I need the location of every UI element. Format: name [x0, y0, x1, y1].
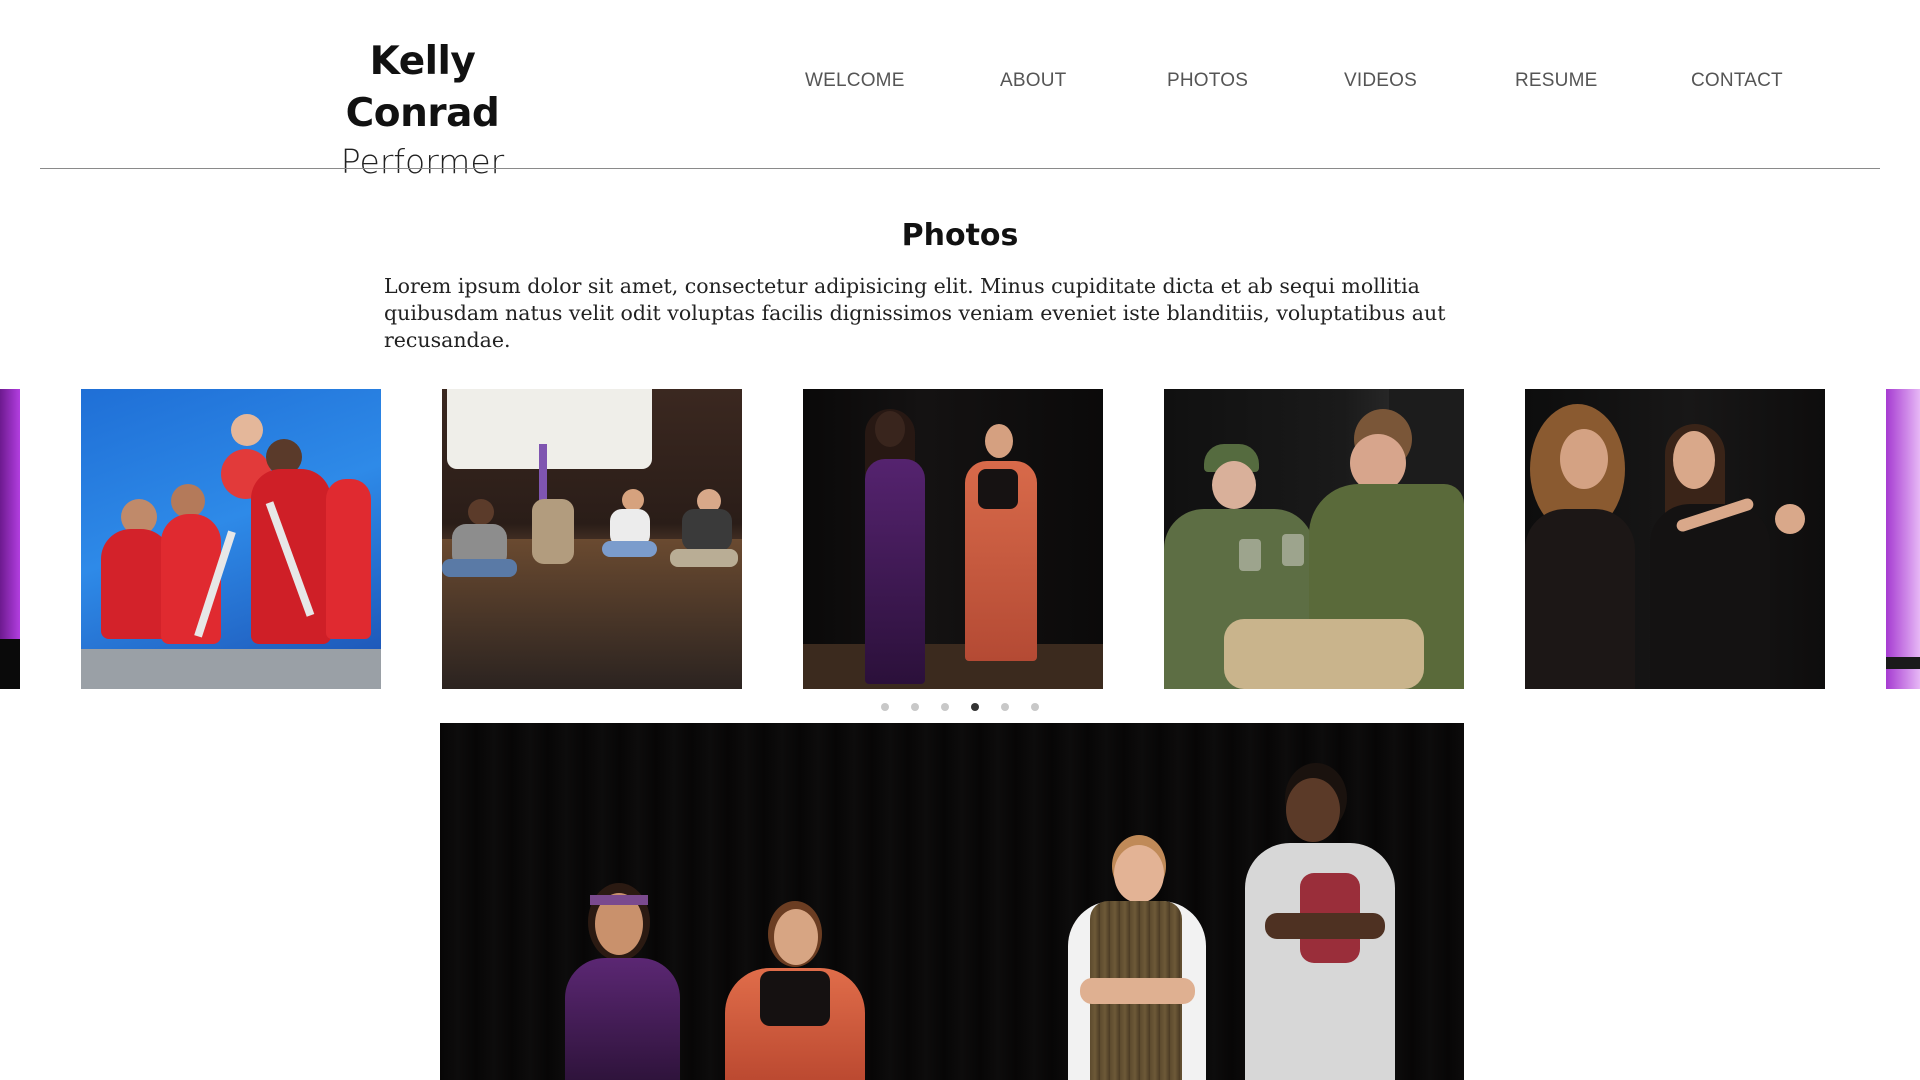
main-nav: WELCOME ABOUT PHOTOS VIDEOS RESUME CONTA…: [0, 70, 1920, 100]
section-title: Photos: [901, 218, 1019, 253]
carousel-dot-3[interactable]: [941, 703, 949, 711]
carousel-dot-4[interactable]: [971, 703, 979, 711]
carousel-slide-1[interactable]: [81, 389, 381, 689]
carousel-slide-4[interactable]: [1164, 389, 1464, 689]
nav-item-resume[interactable]: RESUME: [1515, 70, 1598, 92]
photo-carousel[interactable]: [0, 389, 1920, 689]
nav-item-about[interactable]: ABOUT: [1000, 70, 1066, 92]
header-divider: [40, 168, 1880, 169]
carousel-slide-2[interactable]: [442, 389, 742, 689]
site-subtitle: Performer: [340, 142, 505, 181]
featured-photo: [440, 723, 1464, 1080]
page: Kelly Conrad Performer WELCOME ABOUT PHO…: [0, 0, 1920, 1080]
brand[interactable]: Kelly Conrad Performer: [290, 36, 555, 184]
carousel-dot-6[interactable]: [1031, 703, 1039, 711]
nav-item-videos[interactable]: VIDEOS: [1344, 70, 1417, 92]
nav-item-photos[interactable]: PHOTOS: [1167, 70, 1248, 92]
carousel-slide-5[interactable]: [1525, 389, 1825, 689]
nav-item-contact[interactable]: CONTACT: [1691, 70, 1783, 92]
carousel-dot-5[interactable]: [1001, 703, 1009, 711]
carousel-slide-3[interactable]: [803, 389, 1103, 689]
carousel-dot-1[interactable]: [881, 703, 889, 711]
nav-item-welcome[interactable]: WELCOME: [805, 70, 905, 92]
carousel-pagination: [0, 703, 1920, 713]
carousel-peek-right[interactable]: [1886, 389, 1920, 689]
carousel-peek-left[interactable]: [0, 389, 20, 689]
carousel-dot-2[interactable]: [911, 703, 919, 711]
section-description: Lorem ipsum dolor sit amet, consectetur …: [384, 274, 1446, 352]
